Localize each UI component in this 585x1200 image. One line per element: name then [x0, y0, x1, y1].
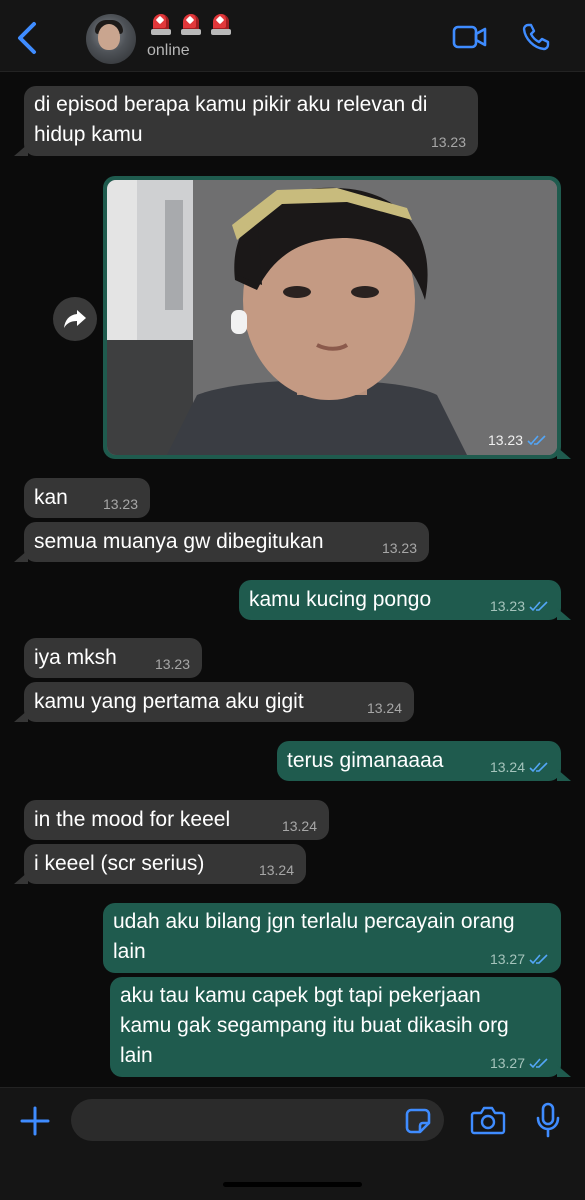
contact-status: online — [147, 42, 190, 59]
message-text: hidup kamu — [34, 123, 143, 146]
message-outgoing[interactable]: kamu kucing pongo 13.23 — [239, 580, 571, 620]
message-outgoing[interactable]: terus gimanaaaa 13.24 — [277, 741, 571, 781]
forward-button[interactable] — [53, 297, 97, 341]
message-incoming[interactable]: kamu yang pertama aku gigit 13.24 — [14, 682, 414, 722]
police-light-icon — [210, 12, 232, 38]
message-incoming[interactable]: di episod berapa kamu pikir aku relevan … — [14, 86, 478, 156]
message-text: i keeel (scr serius) — [34, 852, 205, 875]
read-receipt-icon — [527, 435, 546, 446]
message-time: 13.23 — [430, 134, 466, 150]
message-text: lain — [120, 1044, 153, 1067]
sticker-button[interactable] — [404, 1107, 432, 1135]
message-text: in the mood for keeel — [34, 808, 231, 831]
message-incoming[interactable]: i keeel (scr serius) 13.24 — [14, 844, 306, 884]
message-list[interactable]: di episod berapa kamu pikir aku relevan … — [0, 73, 585, 1087]
message-time: 13.23 — [102, 496, 138, 512]
police-light-icon — [180, 12, 202, 38]
message-time: 13.24 — [490, 759, 549, 775]
message-incoming[interactable]: iya mksh 13.23 — [24, 638, 202, 678]
message-outgoing[interactable]: udah aku bilang jgn terlalu percayain or… — [103, 903, 561, 973]
message-time: 13.23 — [154, 656, 190, 672]
message-time: 13.27 — [490, 1055, 549, 1071]
message-time: 13.24 — [258, 862, 294, 878]
sticker-icon — [405, 1108, 431, 1134]
chat-header: online — [0, 0, 585, 72]
photo-attachment[interactable]: 13.23 — [107, 180, 557, 455]
camera-button[interactable] — [470, 1105, 506, 1135]
message-time: 13.23 — [381, 540, 417, 556]
read-receipt-icon — [529, 601, 548, 612]
message-time: 13.23 — [490, 598, 549, 614]
message-text: di episod berapa kamu pikir aku relevan … — [34, 93, 428, 116]
message-text: semua muanya gw dibegitukan — [34, 530, 324, 553]
message-time: 13.24 — [366, 700, 402, 716]
share-arrow-icon — [64, 310, 86, 328]
message-text: aku tau kamu capek bgt tapi pekerjaan — [120, 984, 481, 1007]
message-text: lain — [113, 940, 146, 963]
chevron-left-icon — [18, 22, 36, 54]
police-light-icon — [150, 12, 172, 38]
message-composer — [0, 1087, 585, 1200]
message-time: 13.24 — [281, 818, 317, 834]
message-incoming[interactable]: in the mood for keeel 13.24 — [24, 800, 329, 840]
read-receipt-icon — [529, 762, 548, 773]
contact-name[interactable] — [150, 12, 232, 38]
message-outgoing-image[interactable]: 13.23 — [103, 176, 571, 459]
voice-message-button[interactable] — [534, 1102, 562, 1138]
message-text: kamu yang pertama aku gigit — [34, 690, 304, 713]
microphone-icon — [536, 1102, 560, 1138]
message-incoming[interactable]: kan 13.23 — [24, 478, 150, 518]
message-text: kamu gak segampang itu buat dikasih org — [120, 1014, 509, 1037]
contact-avatar[interactable] — [86, 14, 136, 64]
video-camera-icon — [452, 25, 487, 49]
photo-image — [107, 180, 557, 455]
read-receipt-icon — [529, 954, 548, 965]
home-indicator — [223, 1182, 362, 1187]
video-call-button[interactable] — [452, 24, 488, 50]
message-input[interactable] — [71, 1099, 444, 1141]
message-outgoing[interactable]: aku tau kamu capek bgt tapi pekerjaan ka… — [110, 977, 571, 1077]
message-text: udah aku bilang jgn terlalu percayain or… — [113, 910, 515, 933]
message-time: 13.23 — [488, 432, 547, 448]
plus-icon — [20, 1106, 50, 1136]
camera-icon — [470, 1106, 506, 1135]
read-receipt-icon — [529, 1058, 548, 1069]
voice-call-button[interactable] — [521, 22, 551, 52]
message-incoming[interactable]: semua muanya gw dibegitukan 13.23 — [14, 522, 429, 562]
phone-icon — [522, 23, 550, 51]
message-time: 13.27 — [490, 951, 549, 967]
attach-button[interactable] — [19, 1105, 51, 1137]
back-button[interactable] — [14, 20, 42, 56]
